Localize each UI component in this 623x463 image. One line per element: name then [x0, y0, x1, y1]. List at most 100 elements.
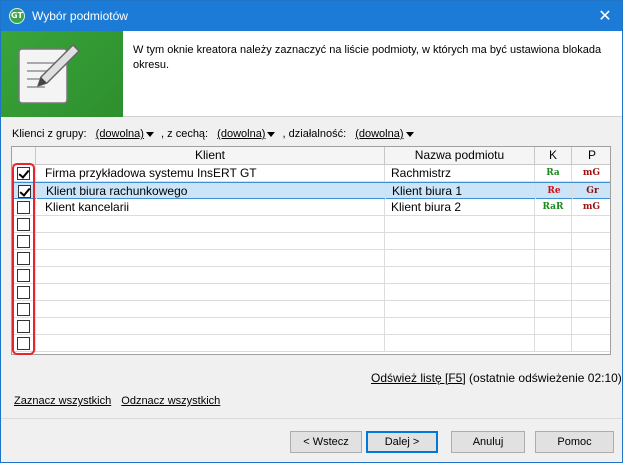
table-row-empty[interactable]	[12, 318, 610, 335]
row-checkbox-cell[interactable]	[12, 165, 36, 181]
activity-filter-label: , działalność:	[282, 128, 347, 141]
client-name	[36, 318, 385, 334]
k-badge	[535, 335, 572, 351]
chevron-down-icon[interactable]	[145, 131, 154, 137]
wizard-description: W tym oknie kreatora należy zaznaczyć na…	[133, 44, 602, 71]
client-name	[36, 267, 385, 283]
title-bar[interactable]: GT Wybór podmiotów ✕	[1, 1, 622, 31]
k-badge	[535, 233, 572, 249]
feature-filter-dropdown[interactable]: (dowolna)	[217, 128, 265, 140]
row-checkbox-cell[interactable]	[13, 183, 37, 199]
table-row-empty[interactable]	[12, 233, 610, 250]
row-checkbox[interactable]	[17, 252, 30, 265]
table-row-empty[interactable]	[12, 301, 610, 318]
app-icon: GT	[9, 8, 25, 24]
entity-table: Klient Nazwa podmiotu K P Firma przykład…	[11, 146, 611, 355]
row-checkbox[interactable]	[17, 269, 30, 282]
row-checkbox[interactable]	[17, 286, 30, 299]
p-badge	[572, 318, 610, 334]
row-checkbox-cell[interactable]	[12, 233, 36, 249]
refresh-link[interactable]: Odśwież listę [F5]	[371, 371, 466, 385]
wizard-header: W tym oknie kreatora należy zaznaczyć na…	[1, 31, 622, 117]
column-header-client[interactable]: Klient	[36, 147, 385, 165]
client-name: Klient kancelarii	[36, 199, 385, 215]
k-badge	[535, 216, 572, 232]
row-checkbox-cell[interactable]	[12, 216, 36, 232]
table-row-selected[interactable]: Klient biura rachunkowego Klient biura 1…	[12, 182, 610, 199]
next-button[interactable]: Dalej >	[366, 431, 438, 453]
group-filter-label: Klienci z grupy:	[12, 128, 87, 141]
table-row-empty[interactable]	[12, 335, 610, 352]
client-name	[36, 301, 385, 317]
p-badge	[572, 216, 610, 232]
client-name	[36, 233, 385, 249]
k-badge	[535, 267, 572, 283]
row-checkbox[interactable]	[17, 320, 30, 333]
k-badge: RaR	[535, 199, 572, 215]
row-checkbox[interactable]	[17, 337, 30, 350]
table-row[interactable]: Firma przykładowa systemu InsERT GT Rach…	[12, 165, 610, 182]
help-button[interactable]: Pomoc	[535, 431, 614, 453]
row-checkbox[interactable]	[17, 201, 30, 214]
column-header-entity[interactable]: Nazwa podmiotu	[385, 147, 535, 165]
entity-name	[385, 250, 535, 266]
client-name: Firma przykładowa systemu InsERT GT	[36, 165, 385, 181]
row-checkbox-cell[interactable]	[12, 250, 36, 266]
pencil-note-icon	[18, 43, 81, 104]
close-icon[interactable]: ✕	[592, 3, 618, 29]
selection-links: Zaznacz wszystkich Odznacz wszystkich	[14, 395, 227, 407]
row-checkbox-cell[interactable]	[12, 301, 36, 317]
p-badge: mG	[572, 199, 610, 215]
chevron-down-icon[interactable]	[405, 131, 414, 137]
table-row-empty[interactable]	[12, 216, 610, 233]
client-name	[36, 284, 385, 300]
row-checkbox[interactable]	[18, 185, 31, 198]
refresh-info: (ostatnie odświeżenie 02:10)	[469, 371, 622, 385]
entity-name: Rachmistrz	[385, 165, 535, 181]
table-row-empty[interactable]	[12, 267, 610, 284]
row-checkbox-cell[interactable]	[12, 267, 36, 283]
row-checkbox[interactable]	[17, 167, 30, 180]
p-badge	[572, 284, 610, 300]
p-badge	[572, 233, 610, 249]
entity-name: Klient biura 2	[385, 199, 535, 215]
p-badge	[572, 301, 610, 317]
cancel-button[interactable]: Anuluj	[451, 431, 525, 453]
activity-filter-dropdown[interactable]: (dowolna)	[355, 128, 403, 140]
column-header-k[interactable]: K	[535, 147, 572, 165]
k-badge	[535, 318, 572, 334]
row-checkbox-cell[interactable]	[12, 335, 36, 351]
row-checkbox-cell[interactable]	[12, 318, 36, 334]
entity-name	[385, 301, 535, 317]
refresh-area: Odśwież listę [F5] (ostatnie odświeżenie…	[371, 371, 622, 385]
back-button[interactable]: < Wstecz	[290, 431, 362, 453]
deselect-all-link[interactable]: Odznacz wszystkich	[121, 395, 220, 407]
group-filter-dropdown[interactable]: (dowolna)	[96, 128, 144, 140]
entity-name	[385, 267, 535, 283]
table-row-empty[interactable]	[12, 250, 610, 267]
column-header-check[interactable]	[12, 147, 36, 165]
chevron-down-icon[interactable]	[267, 131, 276, 137]
row-checkbox[interactable]	[17, 218, 30, 231]
entity-name	[385, 318, 535, 334]
row-checkbox-cell[interactable]	[12, 199, 36, 215]
p-badge: mG	[572, 165, 610, 181]
entity-name	[385, 335, 535, 351]
entity-name: Klient biura 1	[386, 183, 536, 199]
entity-name	[385, 216, 535, 232]
table-header: Klient Nazwa podmiotu K P	[12, 147, 610, 165]
column-header-p[interactable]: P	[572, 147, 610, 165]
row-checkbox-cell[interactable]	[12, 284, 36, 300]
k-badge	[535, 301, 572, 317]
entity-name	[385, 284, 535, 300]
client-name	[36, 216, 385, 232]
select-all-link[interactable]: Zaznacz wszystkich	[14, 395, 111, 407]
entity-name	[385, 233, 535, 249]
table-row[interactable]: Klient kancelarii Klient biura 2 RaR mG	[12, 199, 610, 216]
k-badge: Ra	[535, 165, 572, 181]
table-row-empty[interactable]	[12, 284, 610, 301]
row-checkbox[interactable]	[17, 235, 30, 248]
wizard-footer: < Wstecz Dalej > Anuluj Pomoc	[1, 418, 622, 462]
row-checkbox[interactable]	[17, 303, 30, 316]
p-badge: Gr	[573, 183, 610, 199]
